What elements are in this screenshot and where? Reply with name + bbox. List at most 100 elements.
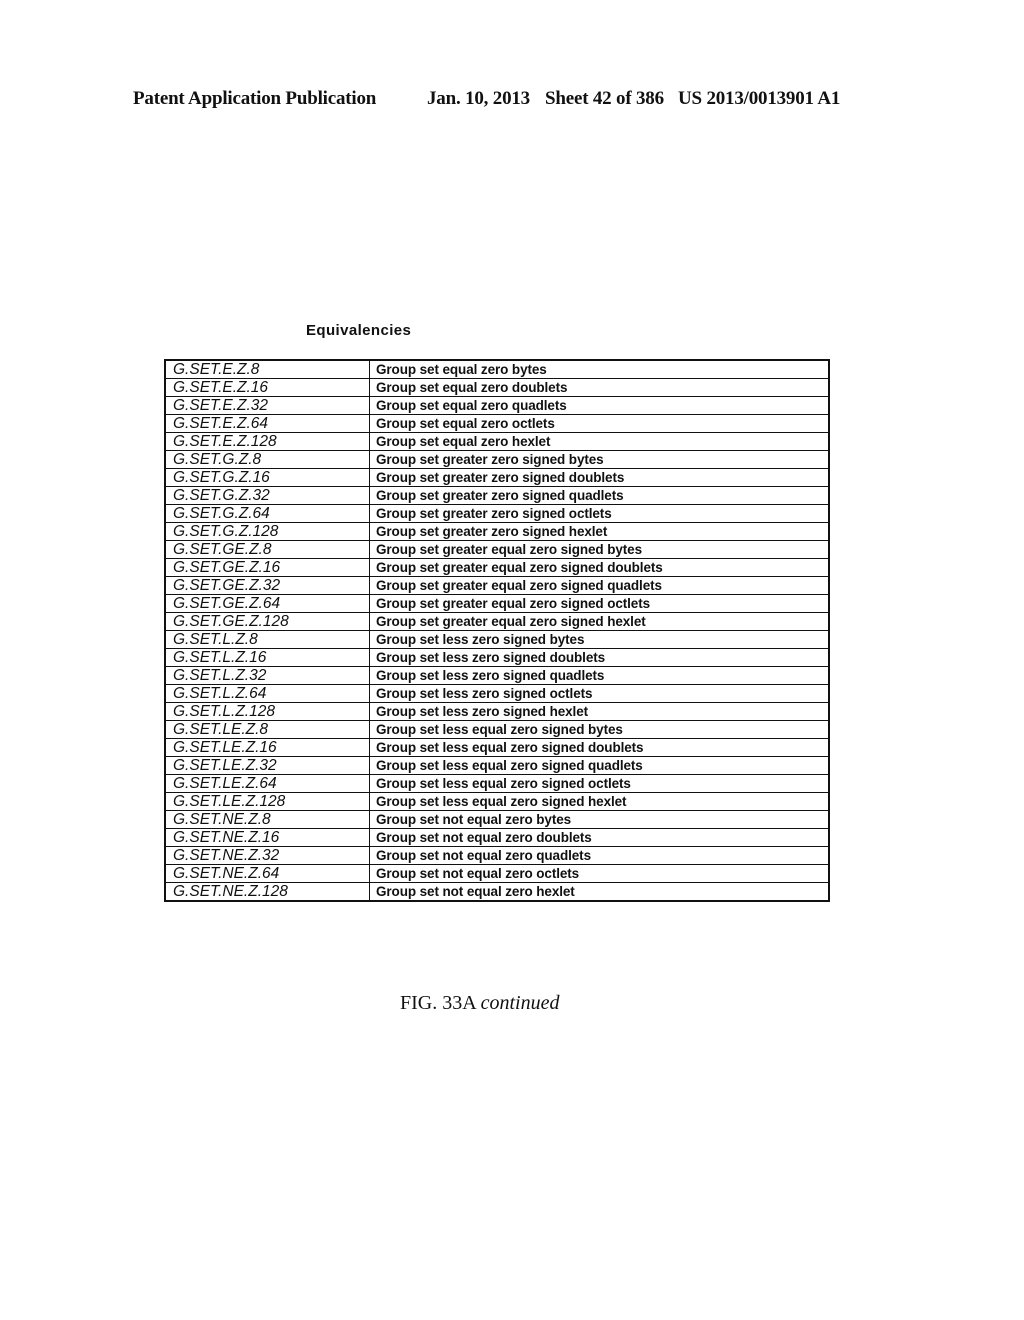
table-row: G.SET.L.Z.64 Group set less zero signed o… [164,684,830,703]
table-row: G.SET.NE.Z.8 Group set not equal zero byt… [164,810,830,829]
instruction-description: Group set less zero signed quadlets [369,666,830,685]
table-row: G.SET.E.Z.8 Group set equal zero bytes [164,359,830,379]
instruction-code: G.SET.GE.Z.32 [164,576,370,595]
instruction-description: Group set less zero signed bytes [369,630,830,649]
instruction-code: G.SET.E.Z.128 [164,432,370,451]
instruction-code: G.SET.G.Z.64 [164,504,370,523]
instruction-code: G.SET.NE.Z.16 [164,828,370,847]
table-row: G.SET.NE.Z.128 Group set not equal zero h… [164,882,830,902]
table-row: G.SET.E.Z.16 Group set equal zero doublet… [164,378,830,397]
instruction-code: G.SET.NE.Z.32 [164,846,370,865]
table-row: G.SET.L.Z.16 Group set less zero signed d… [164,648,830,667]
instruction-code: G.SET.GE.Z.8 [164,540,370,559]
instruction-code: G.SET.LE.Z.32 [164,756,370,775]
instruction-description: Group set less zero signed hexlet [369,702,830,721]
table-row: G.SET.G.Z.64 Group set greater zero signe… [164,504,830,523]
table-row: G.SET.E.Z.128 Group set equal zero hexlet [164,432,830,451]
table-row: G.SET.LE.Z.64 Group set less equal zero s… [164,774,830,793]
table-row: G.SET.G.Z.8 Group set greater zero signed… [164,450,830,469]
instruction-code: G.SET.NE.Z.64 [164,864,370,883]
table-body: G.SET.E.Z.8 Group set equal zero bytes G.S… [164,359,830,902]
sheet-number: Sheet 42 of 386 [545,88,664,109]
publication-date: Jan. 10, 2013 [427,88,530,109]
instruction-description: Group set less equal zero signed octlets [369,774,830,793]
instruction-code: G.SET.E.Z.32 [164,396,370,415]
table-row: G.SET.LE.Z.128 Group set less equal zero … [164,792,830,811]
table-row: G.SET.G.Z.128 Group set greater zero sign… [164,522,830,541]
table-row: G.SET.LE.Z.32 Group set less equal zero s… [164,756,830,775]
instruction-description: Group set greater equal zero signed byte… [369,540,830,559]
instruction-description: Group set greater equal zero signed octl… [369,594,830,613]
instruction-code: G.SET.G.Z.32 [164,486,370,505]
instruction-code: G.SET.GE.Z.128 [164,612,370,631]
instruction-code: G.SET.NE.Z.8 [164,810,370,829]
table-row: G.SET.E.Z.64 Group set equal zero octlets [164,414,830,433]
instruction-code: G.SET.LE.Z.128 [164,792,370,811]
table-row: G.SET.GE.Z.16 Group set greater equal zer… [164,558,830,577]
instruction-description: Group set less zero signed octlets [369,684,830,703]
instruction-description: Group set equal zero octlets [369,414,830,433]
instruction-description: Group set not equal zero quadlets [369,846,830,865]
table-row: G.SET.G.Z.32 Group set greater zero signe… [164,486,830,505]
figure-suffix: continued [480,992,560,1014]
instruction-description: Group set greater equal zero signed quad… [369,576,830,595]
instruction-description: Group set not equal zero bytes [369,810,830,829]
instruction-code: G.SET.GE.Z.64 [164,594,370,613]
table-title: Equivalencies [306,322,412,339]
instruction-description: Group set greater zero signed hexlet [369,522,830,541]
instruction-code: G.SET.L.Z.64 [164,684,370,703]
instruction-code: G.SET.LE.Z.8 [164,720,370,739]
instruction-code: G.SET.GE.Z.16 [164,558,370,577]
instruction-description: Group set greater zero signed bytes [369,450,830,469]
table-row: G.SET.E.Z.32 Group set equal zero quadlet… [164,396,830,415]
instruction-code: G.SET.G.Z.8 [164,450,370,469]
instruction-description: Group set greater zero signed doublets [369,468,830,487]
instruction-code: G.SET.NE.Z.128 [164,882,370,902]
table-row: G.SET.NE.Z.64 Group set not equal zero oc… [164,864,830,883]
instruction-code: G.SET.E.Z.16 [164,378,370,397]
instruction-code: G.SET.L.Z.8 [164,630,370,649]
instruction-code: G.SET.L.Z.16 [164,648,370,667]
table-row: G.SET.NE.Z.16 Group set not equal zero do… [164,828,830,847]
instruction-description: Group set greater equal zero signed hexl… [369,612,830,631]
table-row: G.SET.G.Z.16 Group set greater zero signe… [164,468,830,487]
instruction-description: Group set equal zero doublets [369,378,830,397]
instruction-description: Group set less equal zero signed bytes [369,720,830,739]
instruction-code: G.SET.LE.Z.64 [164,774,370,793]
instruction-description: Group set greater zero signed quadlets [369,486,830,505]
instruction-description: Group set less zero signed doublets [369,648,830,667]
instruction-code: G.SET.E.Z.64 [164,414,370,433]
instruction-description: Group set less equal zero signed doublet… [369,738,830,757]
table-row: G.SET.NE.Z.32 Group set not equal zero qu… [164,846,830,865]
table-row: G.SET.L.Z.32 Group set less zero signed q… [164,666,830,685]
instruction-description: Group set not equal zero hexlet [369,882,830,902]
table-row: G.SET.L.Z.8 Group set less zero signed by… [164,630,830,649]
table-row: G.SET.LE.Z.8 Group set less equal zero si… [164,720,830,739]
table-row: G.SET.L.Z.128 Group set less zero signed … [164,702,830,721]
instruction-code: G.SET.G.Z.128 [164,522,370,541]
instruction-description: Group set equal zero bytes [369,359,830,379]
instruction-code: G.SET.L.Z.32 [164,666,370,685]
instruction-description: Group set not equal zero doublets [369,828,830,847]
table-row: G.SET.GE.Z.8 Group set greater equal zero… [164,540,830,559]
instruction-code: G.SET.E.Z.8 [164,359,370,379]
instruction-description: Group set greater equal zero signed doub… [369,558,830,577]
instruction-code: G.SET.G.Z.16 [164,468,370,487]
instruction-description: Group set equal zero quadlets [369,396,830,415]
table-row: G.SET.GE.Z.128 Group set greater equal ze… [164,612,830,631]
instruction-code: G.SET.LE.Z.16 [164,738,370,757]
table-row: G.SET.LE.Z.16 Group set less equal zero s… [164,738,830,757]
instruction-description: Group set greater zero signed octlets [369,504,830,523]
instruction-description: Group set less equal zero signed quadlet… [369,756,830,775]
instruction-description: Group set less equal zero signed hexlet [369,792,830,811]
instruction-code: G.SET.L.Z.128 [164,702,370,721]
instruction-description: Group set equal zero hexlet [369,432,830,451]
publication-label: Patent Application Publication [133,88,377,109]
equivalencies-table: G.SET.E.Z.8 Group set equal zero bytes G.S… [164,359,830,902]
instruction-description: Group set not equal zero octlets [369,864,830,883]
table-row: G.SET.GE.Z.32 Group set greater equal zer… [164,576,830,595]
patent-number: US 2013/0013901 A1 [678,88,841,109]
table-row: G.SET.GE.Z.64 Group set greater equal zer… [164,594,830,613]
figure-caption: FIG. 33A continued [400,992,559,1015]
figure-label: FIG. 33A [400,992,476,1014]
